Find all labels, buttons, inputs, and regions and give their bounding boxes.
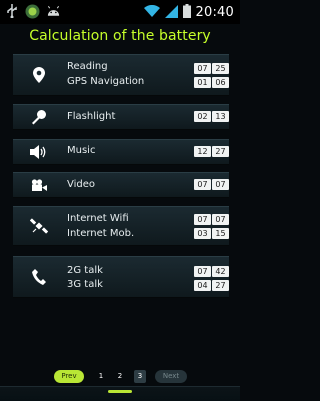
minutes-value: 25 <box>212 63 229 74</box>
hours-value: 07 <box>194 63 211 74</box>
minutes-value: 15 <box>212 228 229 239</box>
android-icon <box>46 3 61 19</box>
row-label-2g: 2G talk <box>67 265 103 276</box>
page-2-button[interactable]: 2 <box>114 370 126 383</box>
usage-row-internet[interactable]: Internet Wifi Internet Mob. 07 07 03 15 <box>13 206 229 246</box>
hours-value: 03 <box>194 228 211 239</box>
row-label-reading: Reading <box>67 61 108 72</box>
satellite-icon <box>29 216 49 236</box>
minutes-value: 13 <box>212 111 229 122</box>
row-label-flashlight: Flashlight <box>67 111 116 122</box>
signal-icon <box>164 3 178 22</box>
page-1-button[interactable]: 1 <box>95 370 107 383</box>
row-label-gps: GPS Navigation <box>67 76 145 87</box>
row-label-video: Video <box>67 179 96 190</box>
status-bar: 20:40 <box>0 0 240 24</box>
hours-value: 12 <box>194 146 211 157</box>
row-label-music: Music <box>67 145 96 156</box>
drawer-handle[interactable] <box>108 390 132 393</box>
row-label-mobile: Internet Mob. <box>67 228 135 239</box>
prev-button[interactable]: Prev <box>54 370 84 383</box>
usage-row-flashlight[interactable]: Flashlight 02 13 <box>13 104 229 130</box>
hours-value: 07 <box>194 214 211 225</box>
row-label-3g: 3G talk <box>67 279 103 290</box>
status-time: 20:40 <box>195 5 234 20</box>
page-title: Calculation of the battery <box>29 28 211 44</box>
video-camera-icon <box>29 175 49 195</box>
usage-row-reading-gps[interactable]: Reading GPS Navigation 07 25 01 06 <box>13 54 229 96</box>
battery-icon <box>182 3 191 22</box>
wifi-icon <box>143 3 160 22</box>
speaker-icon <box>29 142 49 162</box>
bottom-bar <box>0 386 240 401</box>
minutes-value: 07 <box>212 179 229 190</box>
hours-value: 07 <box>194 179 211 190</box>
usage-row-video[interactable]: Video 07 07 <box>13 172 229 198</box>
usage-row-music[interactable]: Music 12 27 <box>13 139 229 165</box>
minutes-value: 27 <box>212 280 229 291</box>
row-label-wifi: Internet Wifi <box>67 213 129 224</box>
app-icon <box>25 3 40 19</box>
minutes-value: 42 <box>212 266 229 277</box>
phone-icon <box>29 267 49 287</box>
minutes-value: 07 <box>212 214 229 225</box>
minutes-value: 06 <box>212 77 229 88</box>
hours-value: 07 <box>194 266 211 277</box>
flashlight-icon <box>29 107 49 127</box>
pagination: Prev 1 2 3 Next <box>0 370 240 384</box>
usb-icon <box>4 3 19 19</box>
hours-value: 02 <box>194 111 211 122</box>
hours-value: 04 <box>194 280 211 291</box>
page-3-button[interactable]: 3 <box>134 370 146 383</box>
minutes-value: 27 <box>212 146 229 157</box>
usage-row-talk[interactable]: 2G talk 3G talk 07 42 04 27 <box>13 256 229 298</box>
location-pin-icon <box>29 65 49 85</box>
next-button[interactable]: Next <box>155 370 187 383</box>
hours-value: 01 <box>194 77 211 88</box>
